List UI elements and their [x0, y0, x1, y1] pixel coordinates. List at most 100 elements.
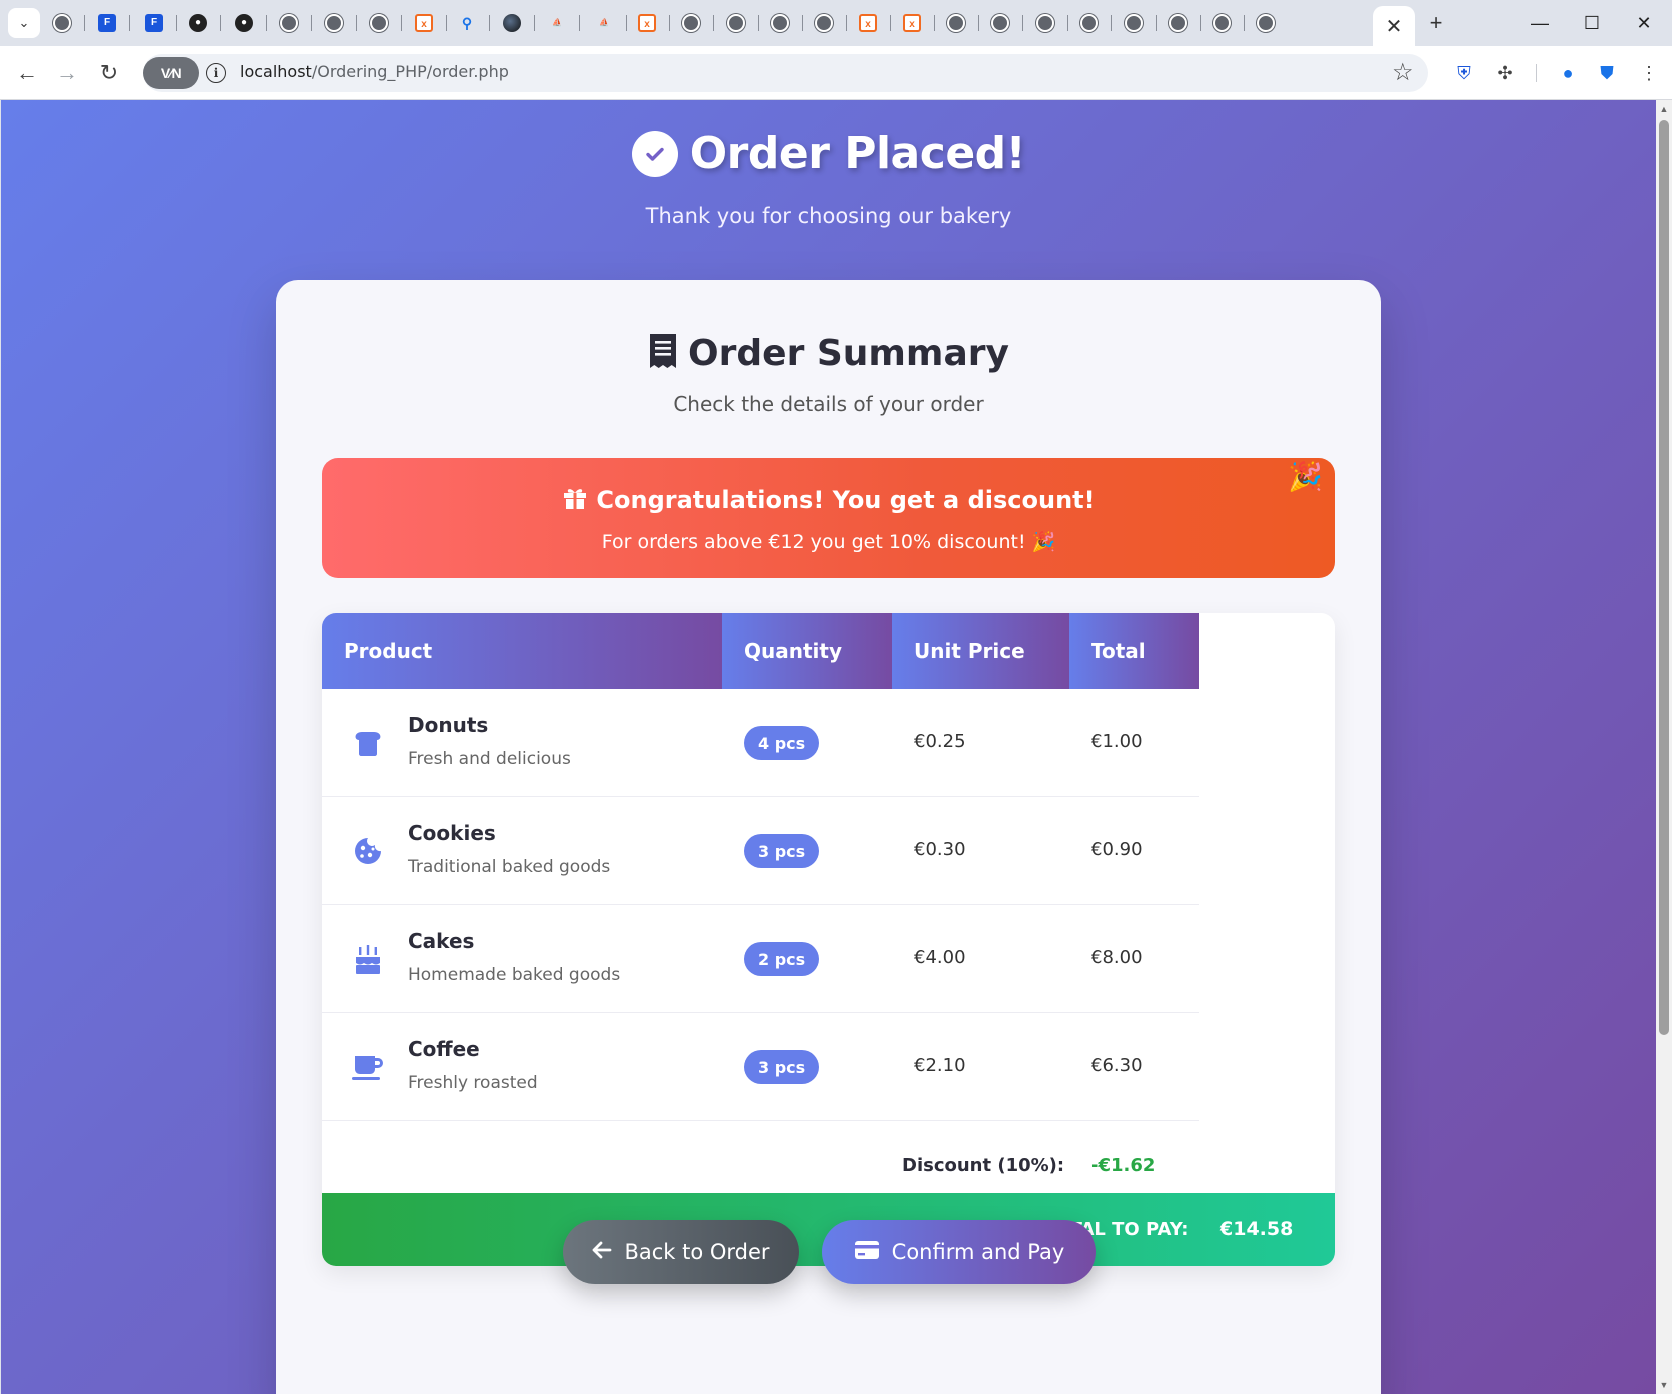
tab[interactable]	[1075, 10, 1112, 36]
globe-icon	[325, 14, 343, 32]
column-header-total: Total	[1069, 613, 1199, 689]
bookmark-star-icon[interactable]: ☆	[1392, 58, 1414, 87]
active-tab-close-button[interactable]: ✕	[1373, 6, 1415, 46]
scroll-down-icon[interactable]: ▼	[1659, 1380, 1669, 1390]
profile-icon[interactable]: ●	[1555, 60, 1581, 86]
tab[interactable]: x	[898, 10, 935, 36]
tab[interactable]: ⛵	[543, 10, 580, 36]
page-subtitle: Thank you for choosing our bakery	[645, 204, 1012, 228]
table-row: Cakes Homemade baked goods 2 pcs €4.00 €…	[322, 905, 1199, 1013]
globe-icon	[1169, 14, 1187, 32]
unit-price: €0.30	[914, 839, 966, 860]
tab[interactable]	[1031, 10, 1068, 36]
quantity-badge: 3 pcs	[744, 834, 820, 868]
globe-icon	[947, 14, 965, 32]
vpn-badge[interactable]: V⁄N	[143, 57, 199, 89]
product-description: Homemade baked goods	[408, 965, 621, 985]
column-header-quantity: Quantity	[722, 613, 892, 689]
tab[interactable]	[498, 10, 535, 36]
unit-price: €4.00	[914, 947, 966, 968]
globe-icon	[370, 14, 388, 32]
tab[interactable]	[942, 10, 979, 36]
site-info-icon[interactable]: i	[206, 63, 226, 83]
xampp-icon: x	[903, 14, 921, 32]
quantity-badge: 3 pcs	[744, 1050, 820, 1084]
xampp-icon: x	[415, 14, 433, 32]
xampp-icon: x	[638, 14, 656, 32]
line-total: €8.00	[1091, 947, 1143, 968]
product-name: Donuts	[408, 713, 489, 737]
line-total: €1.00	[1091, 731, 1143, 752]
browser-toolbar: ← → ↻ V⁄N i localhost/Ordering_PHP/order…	[0, 46, 1672, 100]
vertical-scrollbar[interactable]: ▲ ▼	[1656, 100, 1672, 1394]
password-manager-icon[interactable]: ⛨	[1451, 60, 1477, 86]
tab[interactable]: ⚲	[453, 10, 490, 36]
page-viewport: Order Placed! Thank you for choosing our…	[1, 100, 1656, 1394]
page-title: Order Placed!	[689, 128, 1026, 179]
tab[interactable]: x	[633, 10, 670, 36]
tab[interactable]	[766, 10, 803, 36]
url-host: localhost	[240, 62, 312, 81]
tab[interactable]	[722, 10, 759, 36]
banner-title-row: Congratulations! You get a discount!	[322, 484, 1335, 515]
tab[interactable]	[48, 10, 85, 36]
github-icon: ●	[189, 14, 207, 32]
close-window-icon[interactable]: ✕	[1622, 8, 1666, 38]
tab[interactable]	[810, 10, 847, 36]
back-to-order-button[interactable]: Back to Order	[563, 1220, 799, 1284]
globe-icon	[682, 14, 700, 32]
check-circle-icon	[631, 130, 678, 177]
confirm-and-pay-button[interactable]: Confirm and Pay	[822, 1220, 1096, 1284]
xampp-icon: x	[859, 14, 877, 32]
tab[interactable]: F	[93, 10, 130, 36]
tab[interactable]: x	[854, 10, 891, 36]
column-header-unit-price: Unit Price	[892, 613, 1069, 689]
shield-check-icon[interactable]: ⛊	[1594, 60, 1620, 86]
quantity-badge: 4 pcs	[744, 726, 820, 760]
product-description: Freshly roasted	[408, 1073, 538, 1093]
quantity-badge: 2 pcs	[744, 942, 820, 976]
tab[interactable]: x	[410, 10, 447, 36]
hero-title-row: Order Placed!	[1, 128, 1656, 179]
tab[interactable]	[1208, 10, 1245, 36]
gift-icon	[562, 484, 588, 515]
url-path: /Ordering_PHP/order.php	[311, 62, 509, 81]
globe-icon	[1213, 14, 1231, 32]
back-arrow-icon[interactable]: ←	[12, 58, 42, 88]
tab[interactable]: ⛵	[590, 10, 627, 36]
coffee-cup-icon	[350, 1049, 386, 1085]
extensions-puzzle-icon[interactable]: ✣	[1492, 60, 1518, 86]
tab[interactable]	[1164, 10, 1201, 36]
search-icon: ⚲	[461, 15, 473, 31]
tab[interactable]	[1120, 10, 1157, 36]
forward-arrow-icon[interactable]: →	[52, 58, 82, 88]
birthday-cake-icon	[350, 941, 386, 977]
globe-icon	[727, 14, 745, 32]
minimize-icon[interactable]: —	[1518, 8, 1562, 38]
scroll-up-icon[interactable]: ▲	[1659, 104, 1669, 114]
url-text[interactable]: localhost/Ordering_PHP/order.php	[240, 62, 509, 81]
tab[interactable]	[986, 10, 1023, 36]
tab[interactable]	[365, 10, 402, 36]
maximize-icon[interactable]: ☐	[1570, 8, 1614, 38]
scrollbar-thumb[interactable]	[1659, 120, 1669, 1035]
summary-subtitle: Check the details of your order	[673, 392, 984, 416]
new-tab-button[interactable]: +	[1422, 10, 1450, 36]
summary-title: Order Summary	[688, 333, 1009, 374]
tab[interactable]	[275, 10, 312, 36]
tab-search-button[interactable]: ⌄	[8, 8, 40, 38]
tab[interactable]: ●	[230, 10, 267, 36]
tab[interactable]: F	[140, 10, 177, 36]
tab[interactable]	[1252, 10, 1280, 36]
product-description: Traditional baked goods	[408, 857, 611, 877]
tab[interactable]	[320, 10, 357, 36]
tab[interactable]: ●	[184, 10, 221, 36]
more-menu-icon[interactable]: ⋮	[1636, 60, 1662, 86]
reload-icon[interactable]: ↻	[94, 58, 124, 88]
column-header-product: Product	[322, 613, 722, 689]
tab[interactable]	[677, 10, 714, 36]
cookie-icon	[350, 833, 386, 869]
globe-icon	[1125, 14, 1143, 32]
order-table: Product Quantity Unit Price Total Donuts…	[322, 613, 1335, 1266]
globe-icon	[1036, 14, 1054, 32]
